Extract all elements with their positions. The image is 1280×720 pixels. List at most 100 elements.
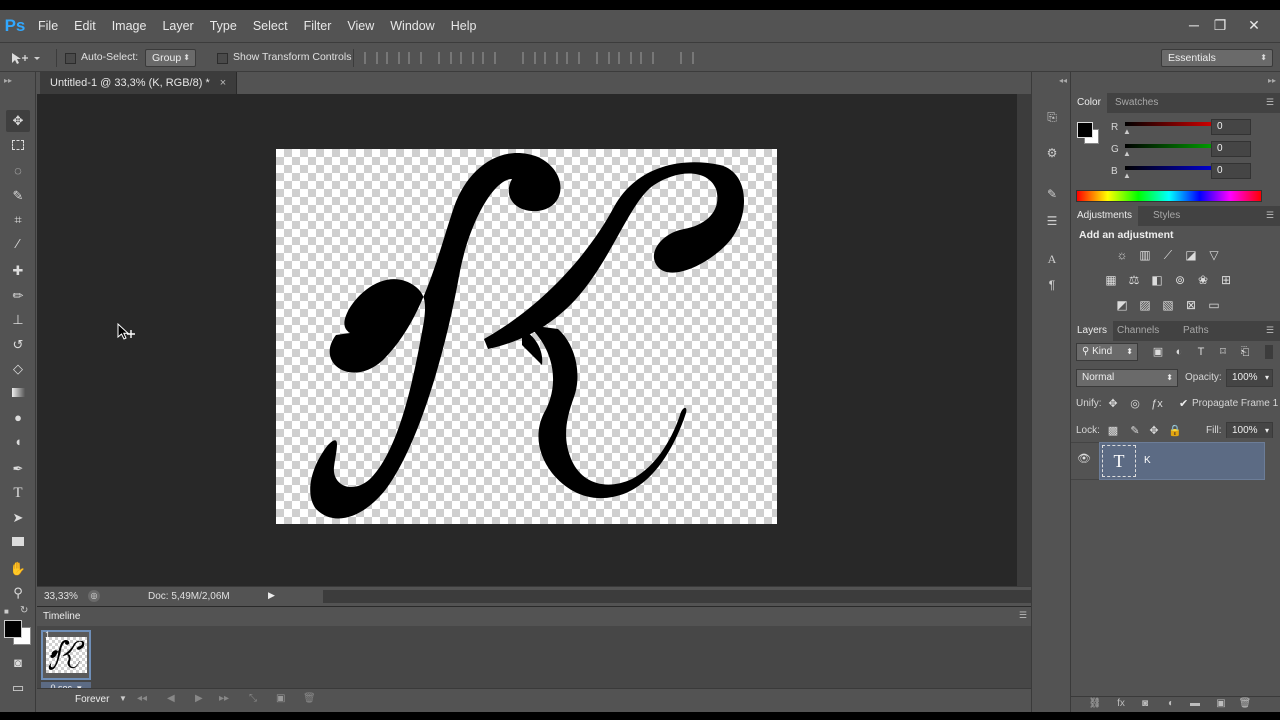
color-lookup-icon[interactable]: ⊞ (1218, 273, 1234, 287)
type-tool-icon[interactable]: T (6, 482, 30, 504)
tab-color[interactable]: Color (1071, 93, 1107, 113)
distribute-vcenter-icon[interactable] (544, 52, 558, 64)
pen-tool-icon[interactable]: ✒ (6, 458, 30, 480)
paragraph-panel-icon[interactable]: ¶ (1043, 276, 1061, 294)
menu-select[interactable]: Select (245, 10, 296, 42)
curves-icon[interactable]: ⟋ (1160, 248, 1176, 262)
delete-layer-icon[interactable]: 🗑 (1237, 698, 1253, 712)
tab-layers[interactable]: Layers (1071, 321, 1114, 341)
gradient-map-icon[interactable]: ▭ (1206, 298, 1222, 312)
vertical-scrollbar[interactable] (1017, 94, 1031, 586)
loop-options[interactable]: Forever (75, 694, 109, 705)
opacity-field[interactable]: 100% ▾ (1226, 369, 1273, 387)
menu-help[interactable]: Help (443, 10, 485, 42)
slider-thumb-icon[interactable]: ▲ (1123, 171, 1131, 180)
menu-layer[interactable]: Layer (154, 10, 201, 42)
panel-menu-icon[interactable]: ☰ (1266, 97, 1274, 108)
color-spectrum-ramp[interactable] (1076, 190, 1262, 202)
tab-paths[interactable]: Paths (1177, 321, 1215, 341)
menu-edit[interactable]: Edit (66, 10, 104, 42)
exposure-icon[interactable]: ◪ (1183, 248, 1199, 262)
layer-row[interactable]: T K (1099, 442, 1265, 480)
default-colors-icon[interactable]: ■ (4, 607, 9, 616)
crop-tool-icon[interactable]: ⌗ (6, 209, 30, 231)
brush-tool-icon[interactable]: ✏ (6, 285, 30, 307)
layer-style-icon[interactable]: fx (1113, 698, 1129, 712)
filter-pixel-icon[interactable]: ▣ (1150, 345, 1166, 359)
distribute-left-icon[interactable] (596, 52, 610, 64)
status-menu-arrow-icon[interactable]: ▶ (268, 590, 275, 601)
new-layer-icon[interactable]: ▣ (1213, 698, 1229, 712)
lock-position-icon[interactable]: ✥ (1146, 424, 1162, 438)
lock-all-icon[interactable]: 🔒 (1167, 424, 1183, 438)
menu-filter[interactable]: Filter (296, 10, 340, 42)
menu-type[interactable]: Type (202, 10, 245, 42)
quick-mask-icon[interactable]: ◙ (6, 652, 30, 674)
timeline-title[interactable]: Timeline (43, 611, 80, 622)
loop-dropdown-icon[interactable]: ▼ (119, 694, 127, 703)
healing-brush-tool-icon[interactable]: ✚ (6, 260, 30, 282)
distribute-top-icon[interactable] (522, 52, 536, 64)
collapse-arrows-icon[interactable]: ▸▸ (1268, 76, 1276, 85)
blue-value[interactable]: 0 (1211, 163, 1251, 179)
zoom-level[interactable]: 33,33% (44, 591, 78, 602)
tool-preset-picker[interactable] (8, 50, 44, 66)
align-right-icon[interactable] (482, 52, 496, 64)
dodge-tool-icon[interactable]: ◖ (6, 431, 30, 453)
close-tab-icon[interactable]: × (220, 77, 226, 89)
document-tab[interactable]: Untitled-1 @ 33,3% (K, RGB/8) * × (40, 72, 238, 94)
screen-mode-icon[interactable]: ▭ (6, 677, 30, 699)
unify-visibility-icon[interactable]: ◎ (1127, 397, 1143, 411)
invert-icon[interactable]: ◩ (1114, 298, 1130, 312)
layer-filter-kind[interactable]: ⚲ Kind ⬍ (1076, 343, 1138, 361)
workspace-switcher[interactable]: Essentials ⬍ (1161, 49, 1273, 67)
layer-name[interactable]: K (1144, 455, 1151, 466)
levels-icon[interactable]: ▥ (1137, 248, 1153, 262)
foreground-color-chip[interactable] (1077, 122, 1093, 138)
lock-transparent-icon[interactable]: ▩ (1105, 424, 1121, 438)
filter-toggle[interactable] (1265, 345, 1273, 359)
menu-view[interactable]: View (339, 10, 382, 42)
green-value[interactable]: 0 (1211, 141, 1251, 157)
unify-style-icon[interactable]: ƒx (1149, 397, 1165, 411)
menu-file[interactable]: File (30, 10, 66, 42)
panel-menu-icon[interactable]: ☰ (1019, 610, 1027, 621)
first-frame-icon[interactable]: ◂◂ (137, 693, 147, 704)
distribute-right-icon[interactable] (640, 52, 654, 64)
next-frame-icon[interactable]: ▸▸ (219, 693, 229, 704)
align-vcenter-icon[interactable] (386, 52, 400, 64)
align-top-icon[interactable] (364, 52, 378, 64)
actions-panel-icon[interactable]: ⚙ (1043, 144, 1061, 162)
align-left-icon[interactable] (438, 52, 452, 64)
tab-adjustments[interactable]: Adjustments (1071, 206, 1139, 226)
auto-select-dropdown[interactable]: Group ⬍ (145, 49, 196, 67)
channel-mixer-icon[interactable]: ❀ (1195, 273, 1211, 287)
link-layers-icon[interactable]: ⛓ (1087, 698, 1103, 712)
brightness-contrast-icon[interactable]: ☼ (1114, 248, 1130, 262)
duplicate-frame-icon[interactable]: ▣ (276, 693, 285, 704)
animation-frame[interactable]: 1 (41, 630, 91, 680)
new-adjustment-layer-icon[interactable]: ◐ (1163, 698, 1179, 712)
hue-saturation-icon[interactable]: ▦ (1103, 273, 1119, 287)
zoom-tool-icon[interactable]: ⚲ (6, 582, 30, 604)
color-balance-icon[interactable]: ⚖ (1126, 273, 1142, 287)
align-hcenter-icon[interactable] (460, 52, 474, 64)
auto-align-icon[interactable] (680, 52, 694, 64)
quick-select-tool-icon[interactable]: ✎ (6, 185, 30, 207)
hand-tool-icon[interactable]: ✋ (6, 558, 30, 580)
new-group-icon[interactable]: ▬ (1187, 698, 1203, 712)
character-panel-icon[interactable]: A (1043, 250, 1061, 268)
lasso-tool-icon[interactable]: ◌ (6, 160, 30, 182)
menu-image[interactable]: Image (104, 10, 155, 42)
slider-thumb-icon[interactable]: ▲ (1123, 127, 1131, 136)
rectangle-tool-icon[interactable] (6, 531, 30, 553)
eyedropper-tool-icon[interactable]: ⁄ (6, 233, 30, 255)
blur-tool-icon[interactable]: ● (6, 407, 30, 429)
add-mask-icon[interactable]: ◙ (1137, 698, 1153, 712)
brush-panel-icon[interactable]: ✎ (1043, 185, 1061, 203)
threshold-icon[interactable]: ▧ (1160, 298, 1176, 312)
selective-color-icon[interactable]: ⊠ (1183, 298, 1199, 312)
eye-icon[interactable]: 👁 (1077, 452, 1091, 465)
collapse-arrows-icon[interactable]: ◂◂ (1059, 76, 1067, 85)
filter-smart-object-icon[interactable]: ⎗ (1237, 345, 1253, 359)
